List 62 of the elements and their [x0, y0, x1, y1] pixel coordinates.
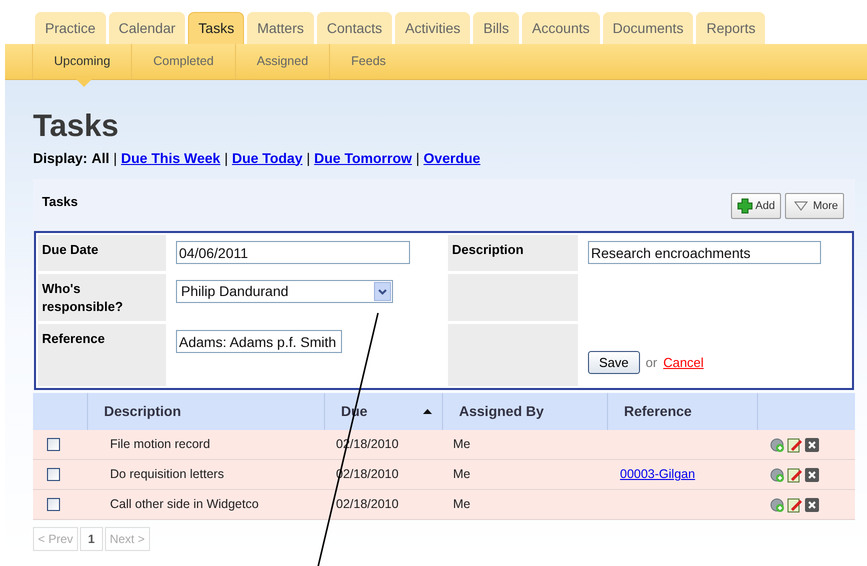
sub-tab[interactable]: Completed: [131, 44, 235, 79]
delete-icon[interactable]: [804, 436, 820, 452]
table-cell: Me: [453, 437, 470, 452]
checkbox[interactable]: [47, 498, 60, 511]
reference-field[interactable]: Adams: Adams p.f. Smith: [176, 330, 342, 353]
checkbox[interactable]: [47, 438, 60, 451]
separator: |: [113, 148, 117, 168]
nav-tab[interactable]: Matters: [247, 12, 314, 44]
filter-link[interactable]: Due Tomorrow: [314, 148, 412, 168]
complete-icon[interactable]: [770, 466, 786, 482]
checkbox[interactable]: [47, 468, 60, 481]
field-label: Who's responsible?: [38, 274, 166, 321]
chevron-down-icon: [378, 288, 387, 294]
date-field[interactable]: 04/06/2011: [176, 241, 410, 264]
delete-icon[interactable]: [804, 466, 820, 482]
plus-icon: [737, 198, 754, 214]
more-button[interactable]: More: [784, 193, 844, 219]
sub-tab[interactable]: Feeds: [329, 44, 407, 79]
filter-link[interactable]: All: [91, 148, 110, 168]
delete-icon[interactable]: [804, 496, 820, 512]
nav-tab[interactable]: Bills: [473, 12, 520, 44]
responsible-dropdown[interactable]: Philip Dandurand: [176, 280, 393, 303]
nav-tab[interactable]: Calendar: [108, 12, 186, 44]
cancel-link[interactable]: Cancel: [663, 352, 704, 372]
table-cell: Call other side in Widgetco: [110, 497, 259, 512]
complete-icon[interactable]: [770, 496, 786, 512]
save-button[interactable]: Save: [588, 351, 640, 374]
nav-tab[interactable]: Reports: [696, 12, 766, 44]
separator: |: [306, 148, 310, 168]
table-cell: 02/18/2010: [336, 497, 399, 512]
description-field[interactable]: Research encroachments: [588, 241, 821, 264]
table-cell: File motion record: [110, 437, 210, 452]
nav-tab[interactable]: Activities: [395, 12, 470, 44]
filter-link[interactable]: Overdue: [424, 148, 480, 168]
separator: |: [224, 148, 228, 168]
sub-tab[interactable]: Assigned: [234, 44, 330, 79]
nav-tab[interactable]: Documents: [602, 12, 694, 44]
nav-tab[interactable]: Contacts: [316, 12, 392, 44]
nav-tab[interactable]: Practice: [35, 12, 106, 44]
table-cell: Me: [453, 497, 470, 512]
or-text: or: [646, 354, 658, 372]
filter-link[interactable]: Due Today: [232, 148, 302, 168]
edit-icon[interactable]: [787, 496, 803, 512]
complete-icon[interactable]: [770, 436, 786, 452]
nav-tab[interactable]: Tasks: [188, 12, 244, 44]
edit-icon[interactable]: [787, 466, 803, 482]
separator: |: [416, 148, 420, 168]
page-button[interactable]: 1: [80, 527, 103, 551]
add-button[interactable]: Add: [731, 193, 781, 219]
page-title: Tasks: [33, 108, 120, 144]
filter-link[interactable]: Due This Week: [121, 148, 220, 168]
nav-tab[interactable]: Accounts: [522, 12, 600, 44]
field-label: Description: [448, 235, 578, 271]
reference-link[interactable]: 00003-Gilgan: [620, 467, 696, 482]
edit-icon[interactable]: [787, 436, 803, 452]
triangle-icon: [794, 201, 808, 211]
panel-title: Tasks: [42, 193, 78, 211]
field-label: Due Date: [38, 235, 166, 271]
table-cell: Me: [453, 467, 470, 482]
table-cell: Do requisition letters: [110, 467, 224, 482]
display-label: Display:: [33, 148, 88, 168]
field-label: Reference: [38, 324, 166, 386]
